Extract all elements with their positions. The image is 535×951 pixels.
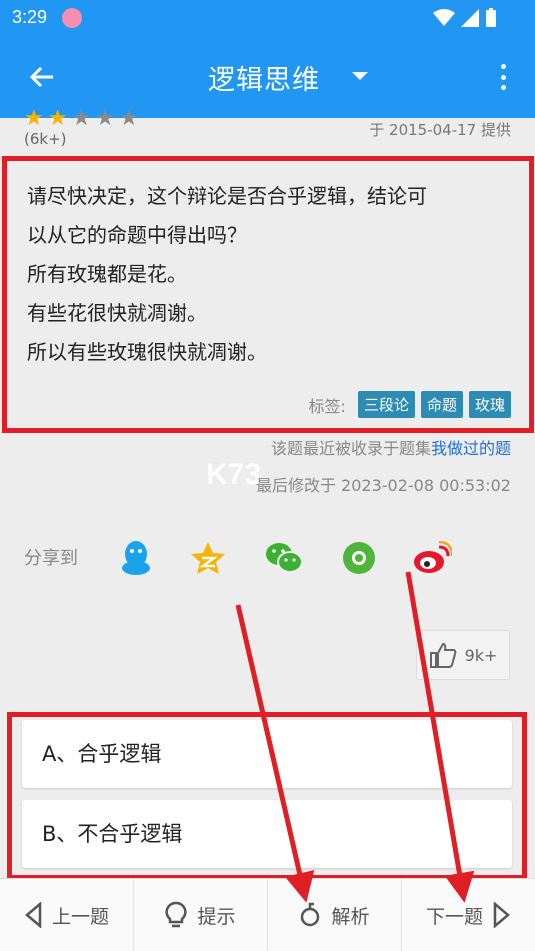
tag[interactable]: 三段论 xyxy=(357,391,415,418)
collection-link[interactable]: 我做过的题 xyxy=(431,439,511,458)
like-count: 9k+ xyxy=(464,645,498,665)
modified-time: 最后修改于 2023-02-08 00:53:02 xyxy=(255,476,511,495)
star-empty-icon: ★ xyxy=(95,106,115,131)
question-content: ★ ★ ★ ★ ★ (6k+) 于 2015-04-17 提供 请尽快决定，这个… xyxy=(0,106,535,880)
share-row: 分享到 xyxy=(24,538,514,582)
tag[interactable]: 玫瑰 xyxy=(468,391,511,418)
option-b[interactable]: B、不合乎逻辑 xyxy=(22,800,512,868)
battery-icon xyxy=(486,8,496,27)
chevron-right-icon xyxy=(493,902,510,928)
star-empty-icon: ★ xyxy=(118,106,139,131)
question-text: 请尽快决定，这个辩论是否合乎逻辑，结论可 以从它的命题中得出吗？ 所有玫瑰都是花… xyxy=(27,177,517,372)
analysis-button[interactable]: 解析 xyxy=(268,879,402,951)
tags: 标签: 三段论 命题 玫瑰 xyxy=(309,391,511,418)
options-box: A、合乎逻辑 B、不合乎逻辑 xyxy=(7,712,527,880)
page-title[interactable]: 逻辑思维 xyxy=(208,58,320,97)
star-filled-icon: ★ xyxy=(24,106,44,131)
status-icons xyxy=(433,8,497,28)
collection-prefix: 该题最近被收录于题集 xyxy=(270,439,431,458)
star-filled-icon: ★ xyxy=(47,106,68,131)
weibo-icon[interactable] xyxy=(412,538,452,578)
chevron-down-icon[interactable] xyxy=(352,72,368,80)
analysis-label: 解析 xyxy=(331,905,370,928)
wifi-icon xyxy=(433,9,455,26)
prev-question-button[interactable]: 上一题 xyxy=(0,879,134,951)
question-line: 所有玫瑰都是花。 xyxy=(27,262,187,286)
notification-app-icon xyxy=(62,8,82,28)
back-button[interactable] xyxy=(22,60,62,94)
signal-icon xyxy=(461,9,479,27)
star-empty-icon: ★ xyxy=(71,106,92,131)
collection-info: 该题最近被收录于题集我做过的题 xyxy=(271,435,511,459)
moments-icon[interactable] xyxy=(339,538,379,578)
question-line: 以从它的命题中得出吗？ xyxy=(27,223,247,247)
watermark-logo: K73 xyxy=(206,458,262,491)
analysis-icon xyxy=(301,902,320,927)
rating-stars: ★ ★ ★ ★ ★ xyxy=(24,106,139,131)
like-button[interactable]: 9k+ xyxy=(416,630,510,680)
qzone-icon[interactable] xyxy=(188,538,228,578)
question-box: 请尽快决定，这个辩论是否合乎逻辑，结论可 以从它的命题中得出吗？ 所有玫瑰都是花… xyxy=(2,156,534,433)
arrow-left-icon xyxy=(29,66,53,88)
thumbs-up-icon xyxy=(429,642,456,668)
status-bar: 3:29 xyxy=(0,0,535,36)
next-question-button[interactable]: 下一题 xyxy=(402,879,535,951)
question-line: 所以有些玫瑰很快就凋谢。 xyxy=(27,340,267,364)
provider-info: 于 2015-04-17 提供 xyxy=(369,121,511,139)
hint-button[interactable]: 提示 xyxy=(134,879,268,951)
hint-label: 提示 xyxy=(197,905,236,928)
lightbulb-icon xyxy=(165,901,188,928)
prev-question-label: 上一题 xyxy=(51,905,109,928)
bottom-bar: 上一题 提示 解析 下一题 xyxy=(0,878,535,951)
option-a[interactable]: A、合乎逻辑 xyxy=(22,720,512,788)
status-time: 3:29 xyxy=(12,7,48,27)
question-line: 有些花很快就凋谢。 xyxy=(27,301,207,325)
tag[interactable]: 命题 xyxy=(420,391,463,418)
qq-icon[interactable] xyxy=(116,538,156,578)
more-options-button[interactable] xyxy=(491,60,515,94)
share-label: 分享到 xyxy=(24,548,78,569)
question-line: 请尽快决定，这个辩论是否合乎逻辑，结论可 xyxy=(27,184,427,208)
chevron-left-icon xyxy=(25,902,42,928)
rating-count: (6k+) xyxy=(24,130,67,148)
tags-label: 标签: xyxy=(308,396,346,416)
wechat-icon[interactable] xyxy=(264,538,304,578)
next-question-label: 下一题 xyxy=(425,905,483,928)
